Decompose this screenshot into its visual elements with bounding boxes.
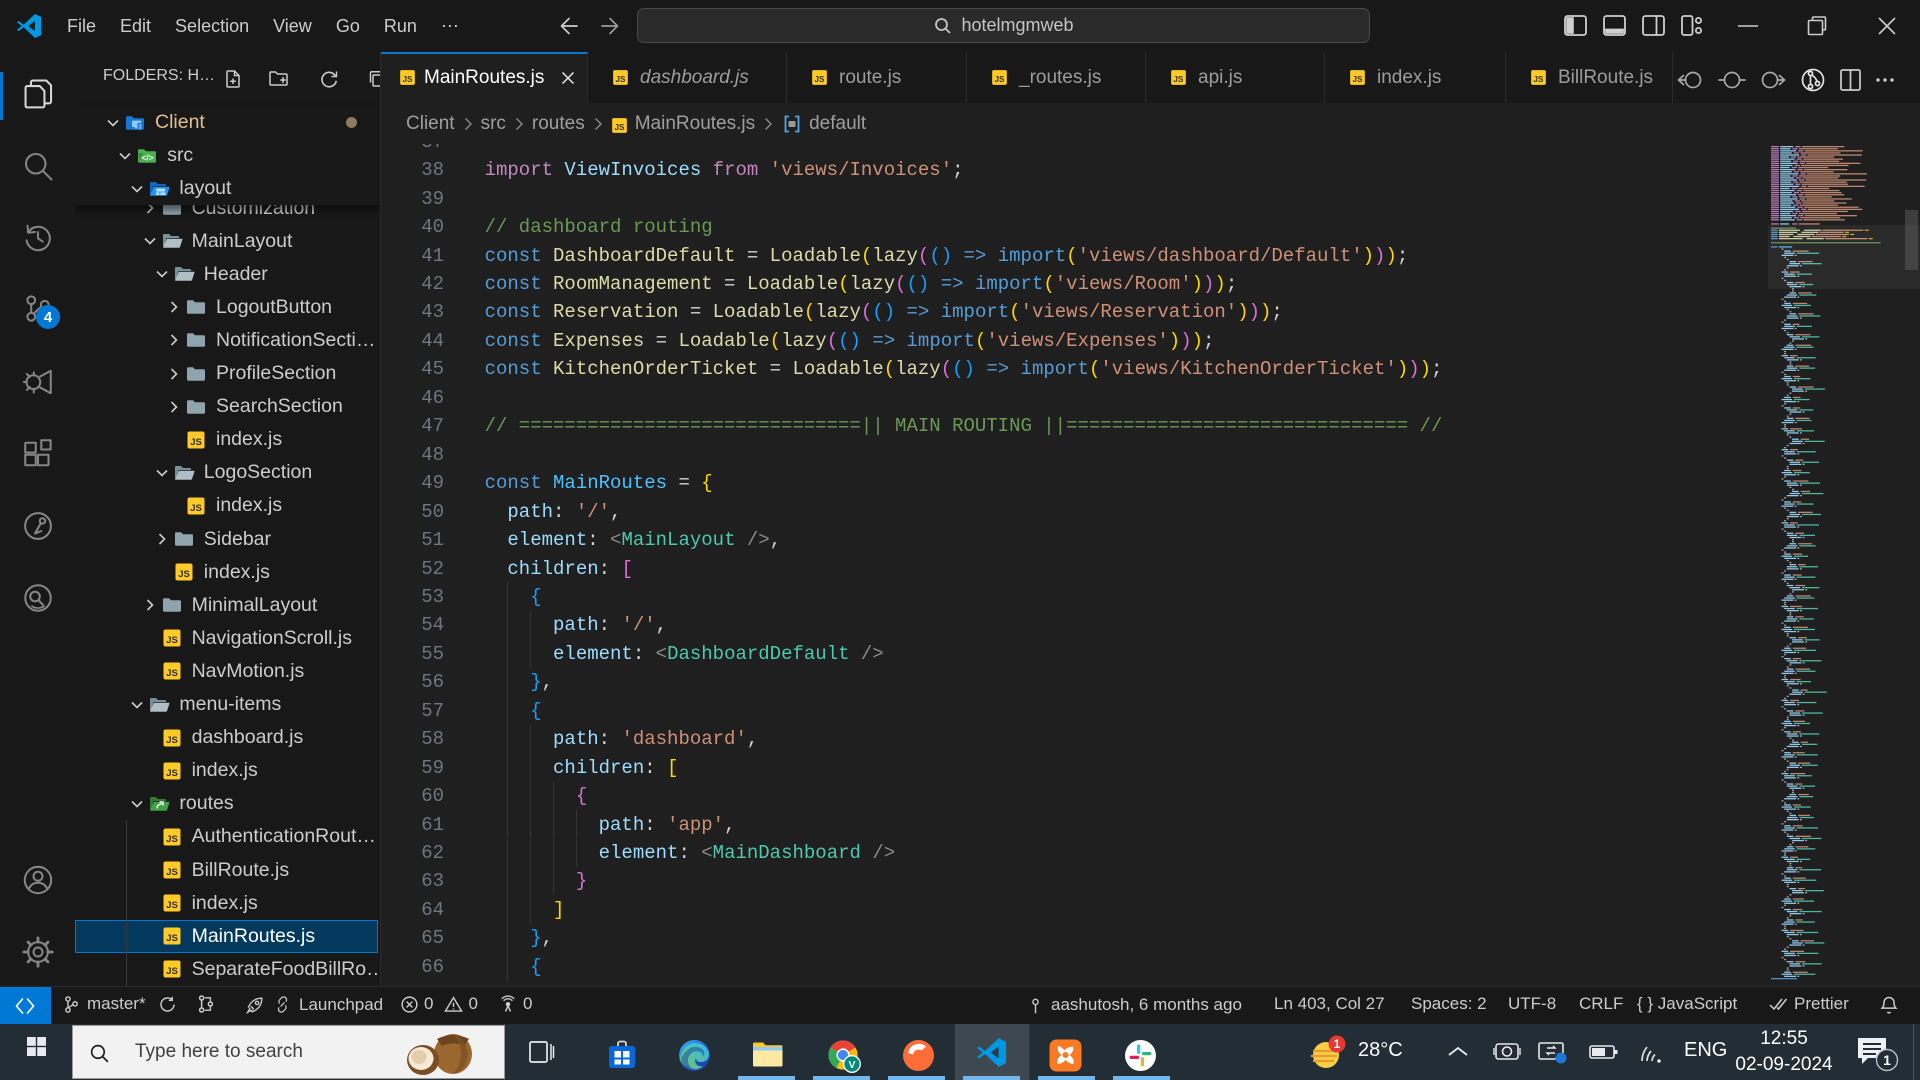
svg-text:JS: JS bbox=[995, 75, 1006, 84]
svg-text:JS: JS bbox=[190, 437, 202, 448]
svg-text:JS: JS bbox=[614, 122, 625, 131]
svg-text:JS: JS bbox=[166, 635, 178, 646]
svg-text:JS: JS bbox=[166, 933, 178, 944]
svg-text:JS: JS bbox=[166, 735, 178, 746]
svg-text:JS: JS bbox=[166, 867, 178, 878]
svg-text:JS: JS bbox=[178, 569, 190, 580]
svg-text:1: 1 bbox=[1883, 1052, 1891, 1068]
svg-text:1: 1 bbox=[1334, 1037, 1341, 1051]
svg-text:JS: JS bbox=[403, 75, 414, 84]
svg-text:JS: JS bbox=[815, 75, 826, 84]
svg-text:JS: JS bbox=[616, 75, 627, 84]
svg-text:JS: JS bbox=[166, 966, 178, 977]
svg-text:JS: JS bbox=[1353, 75, 1364, 84]
svg-text:JS: JS bbox=[190, 503, 202, 514]
svg-text:JS: JS bbox=[1174, 75, 1185, 84]
svg-text:JS: JS bbox=[166, 900, 178, 911]
svg-text:JS: JS bbox=[166, 768, 178, 779]
svg-text:</>: </> bbox=[141, 152, 153, 162]
svg-text:JS: JS bbox=[1534, 75, 1545, 84]
svg-text:JS: JS bbox=[166, 668, 178, 679]
svg-text:V: V bbox=[848, 1059, 855, 1071]
svg-text:JS: JS bbox=[166, 834, 178, 845]
